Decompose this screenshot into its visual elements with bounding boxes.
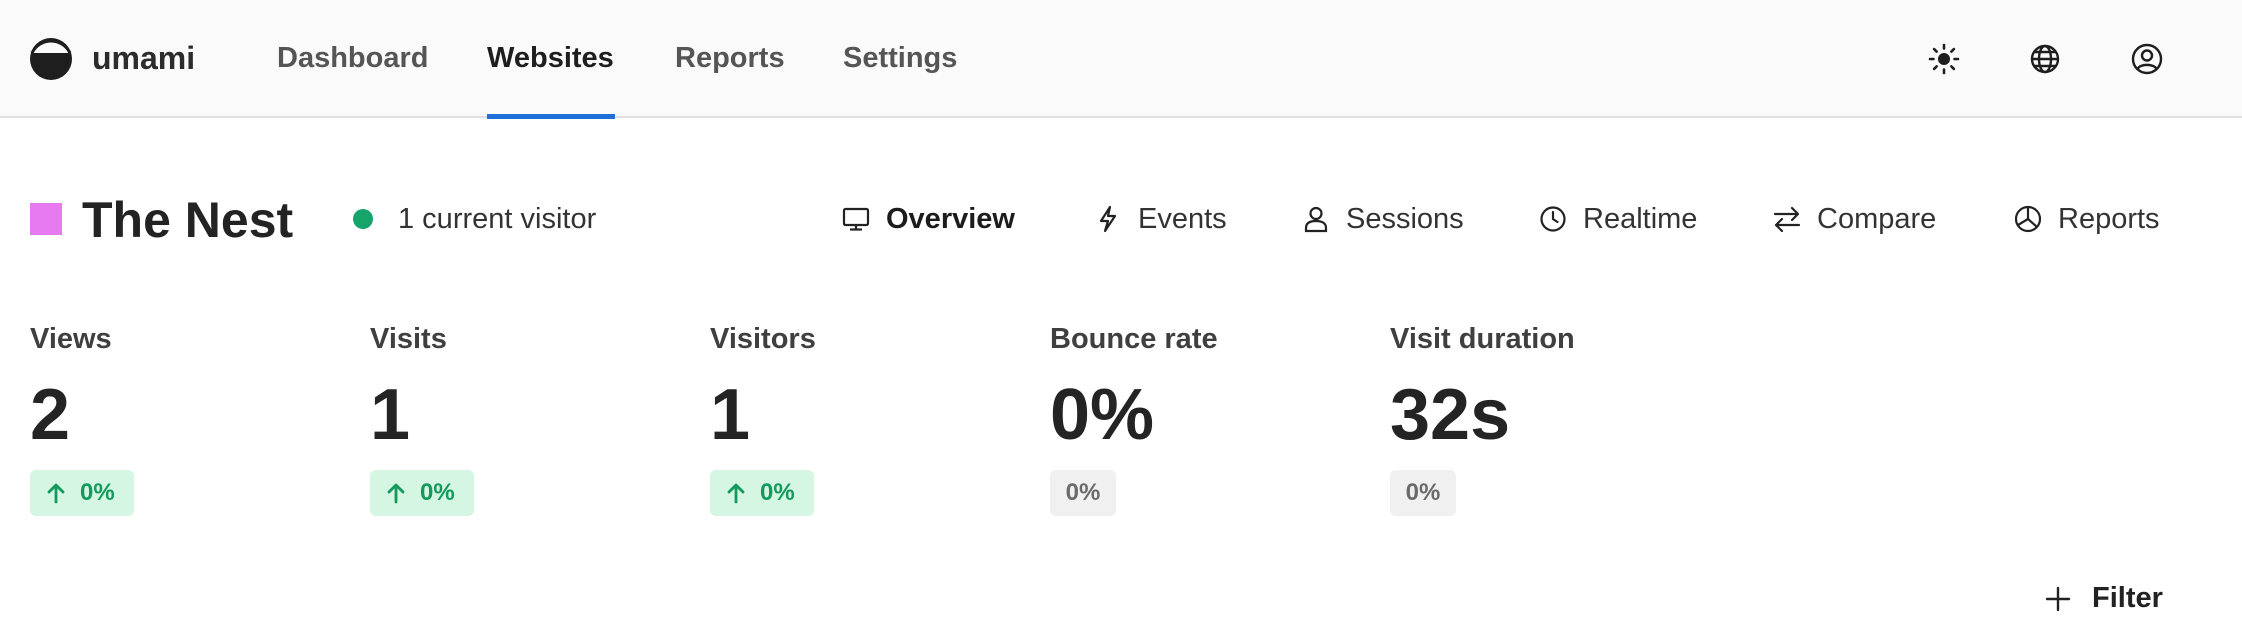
metric-change-badge: 0% [710,470,814,516]
live-status-dot [353,209,373,229]
metric-change-text: 0% [80,479,115,506]
pie-chart-icon [2014,205,2042,233]
arrow-up-icon [47,483,65,504]
metric-value: 1 [710,375,751,455]
metric-change-text: 0% [760,479,795,506]
metric-label: Visits [370,323,447,355]
nav-item-settings[interactable]: Settings [843,38,957,78]
active-nav-indicator [487,114,615,119]
metric-change-badge: 0% [1050,470,1116,516]
metric-visits: Visits 1 0% [370,320,670,520]
arrow-up-icon [727,483,745,504]
tab-label: Events [1138,203,1227,235]
tab-label: Reports [2058,203,2160,235]
compare-arrows-icon [1773,206,1801,233]
metric-change-badge: 0% [1390,470,1456,516]
metric-visit-duration: Visit duration 32s 0% [1390,320,1690,520]
nav-item-websites[interactable]: Websites [487,38,614,78]
nav-item-reports[interactable]: Reports [675,38,785,78]
language-globe-icon[interactable] [2028,42,2062,76]
metric-value: 0% [1050,375,1155,455]
website-color-swatch [30,203,62,235]
metric-change-text: 0% [1405,479,1441,506]
tab-label: Overview [886,203,1015,235]
monitor-icon [842,207,870,231]
tab-label: Sessions [1346,203,1464,235]
clock-icon [1540,206,1566,232]
nav-item-dashboard[interactable]: Dashboard [277,38,428,78]
metric-change-text: 0% [1065,479,1101,506]
metric-change-text: 0% [420,479,455,506]
metric-visitors: Visitors 1 0% [710,320,1010,520]
metric-label: Visitors [710,323,816,355]
brand-name[interactable]: umami [92,38,195,78]
tab-label: Realtime [1583,203,1698,235]
tab-label: Compare [1817,203,1937,235]
theme-toggle-sun-icon[interactable] [1927,42,1961,76]
metric-change-badge: 0% [30,470,134,516]
top-navigation-bar: umami Dashboard Websites Reports Setting… [0,0,2242,119]
metric-value: 2 [30,375,71,455]
umami-logo-icon[interactable] [28,36,74,82]
plus-icon [2045,586,2071,612]
metric-value: 32s [1390,375,1511,455]
metric-label: Visit duration [1390,323,1575,355]
user-icon [1304,206,1328,233]
metric-value: 1 [370,375,411,455]
metric-label: Views [30,323,112,355]
metric-change-badge: 0% [370,470,474,516]
metric-bounce-rate: Bounce rate 0% 0% [1050,320,1350,520]
arrow-up-icon [387,483,405,504]
profile-user-icon[interactable] [2130,42,2164,76]
current-visitors-text[interactable]: 1 current visitor [398,200,596,238]
website-name: The Nest [82,192,294,248]
lightning-icon [1099,205,1117,233]
metric-label: Bounce rate [1050,323,1218,355]
filter-label: Filter [2092,582,2163,614]
metric-views: Views 2 0% [30,320,330,520]
